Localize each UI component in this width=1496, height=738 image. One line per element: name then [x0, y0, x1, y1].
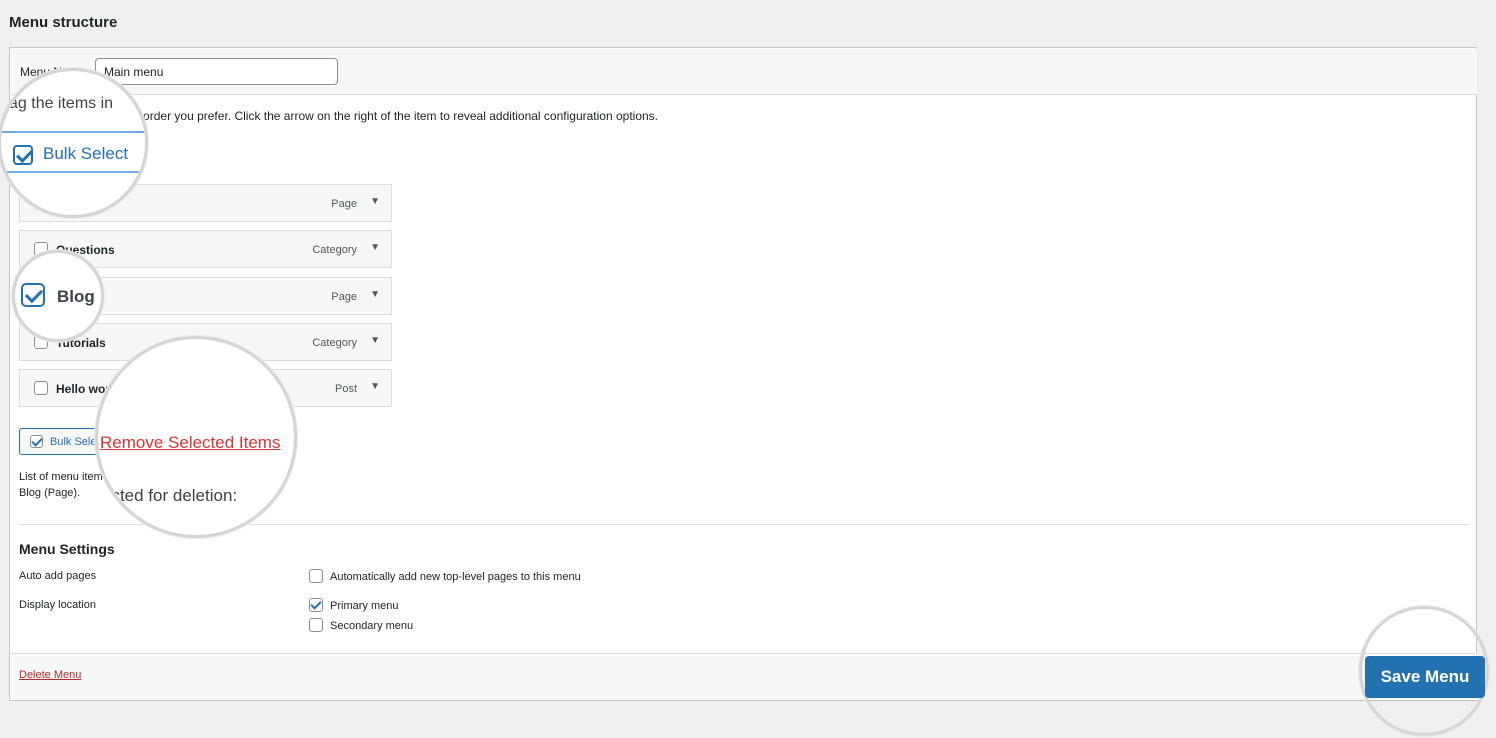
menu-item-type: Category	[312, 244, 357, 256]
menu-footer: Delete Menu	[11, 653, 1477, 700]
menu-item-type: Page	[331, 291, 357, 303]
zoom-remove-items: Remove Selected Items ected for deletion…	[95, 336, 297, 538]
menu-item-type: Post	[334, 383, 357, 395]
secondary-menu-label: Secondary menu	[330, 620, 414, 632]
primary-menu-checkbox[interactable]	[309, 598, 323, 612]
expand-arrow-icon[interactable]: ▼	[370, 289, 380, 300]
expand-arrow-icon[interactable]: ▼	[370, 381, 380, 392]
menu-item-type: Category	[312, 337, 357, 349]
delete-menu-link[interactable]: Delete Menu	[19, 669, 81, 681]
display-location-label: Display location	[19, 599, 97, 611]
zoom-line-top	[1, 131, 145, 133]
menu-name-input[interactable]	[95, 58, 338, 85]
expand-arrow-icon[interactable]: ▼	[370, 242, 380, 253]
primary-menu-label: Primary menu	[330, 600, 399, 612]
zoom-deletion-text: ected for deletion:	[102, 486, 238, 505]
zoom-bulk-select-label: Bulk Select	[43, 144, 129, 163]
zoom-blog-item: Blog	[12, 250, 104, 342]
save-menu-button[interactable]: Save Menu	[1365, 656, 1485, 698]
zoom-blog-label: Blog	[57, 287, 95, 306]
auto-add-label: Auto add pages	[19, 570, 97, 582]
menu-name-bar: Menu Name	[11, 49, 1477, 95]
menu-item-checkbox[interactable]	[34, 381, 48, 395]
remove-selected-items-link[interactable]: Remove Selected Items	[100, 433, 280, 453]
zoom-checkbox-icon	[13, 145, 33, 165]
zoom-line-bottom	[1, 171, 145, 173]
menu-settings-title: Menu Settings	[19, 541, 115, 557]
auto-add-checkbox[interactable]	[309, 569, 323, 583]
menu-item-type: Page	[331, 198, 357, 210]
expand-arrow-icon[interactable]: ▼	[370, 196, 380, 207]
bulk-select-checkbox[interactable]	[30, 435, 43, 448]
expand-arrow-icon[interactable]: ▼	[370, 335, 380, 346]
zoom-bulk-select: ag the items in Bulk Select	[0, 68, 148, 218]
zoom-drag-text: ag the items in	[9, 95, 114, 112]
auto-add-option: Automatically add new top-level pages to…	[330, 571, 581, 583]
zoom-checkbox-icon	[21, 283, 45, 307]
section-heading: Menu structure	[9, 14, 118, 31]
secondary-menu-checkbox[interactable]	[309, 618, 323, 632]
